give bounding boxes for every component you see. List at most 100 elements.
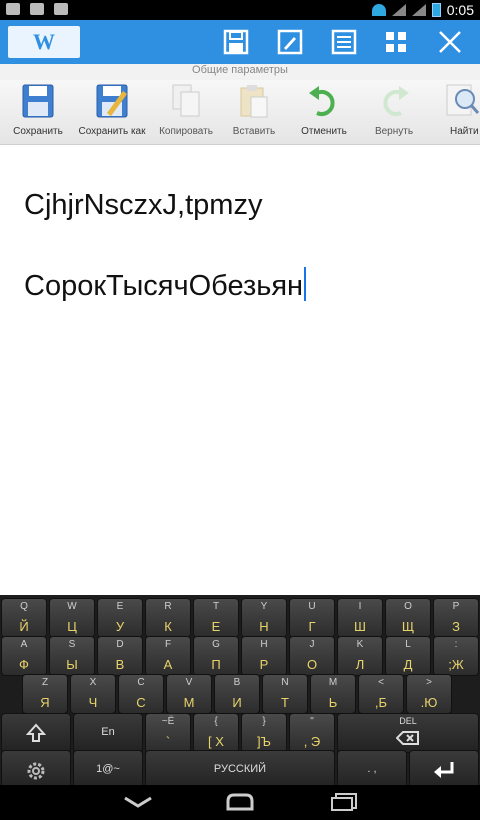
grid-icon[interactable] — [382, 28, 410, 56]
key-y[interactable]: YН — [241, 598, 287, 638]
shift-key[interactable] — [1, 713, 71, 753]
mail-notification-icon — [30, 3, 44, 15]
ribbon-title: Общие параметры — [0, 64, 480, 80]
back-icon[interactable] — [118, 791, 158, 813]
edit-icon[interactable] — [276, 28, 304, 56]
save-icon — [20, 82, 56, 120]
key-latin-label: L — [405, 639, 411, 650]
delete-key[interactable]: DEL — [337, 713, 479, 753]
settings-key[interactable] — [1, 750, 71, 790]
signal-icon-2 — [411, 4, 426, 16]
key-colon[interactable]: : ;Ж — [433, 636, 479, 676]
key-q[interactable]: QЙ — [1, 598, 47, 638]
app-toolbar: W — [0, 20, 480, 64]
close-icon[interactable] — [436, 28, 464, 56]
save-icon[interactable] — [222, 28, 250, 56]
key-cyrillic-label: Е — [211, 619, 221, 634]
key-p[interactable]: PЗ — [433, 598, 479, 638]
key-d[interactable]: DВ — [97, 636, 143, 676]
key-latin-label: O — [404, 601, 412, 612]
symbols-key-label: 1@~ — [96, 763, 120, 775]
key-cyrillic-label: .Ю — [420, 695, 438, 710]
key-l[interactable]: LД — [385, 636, 431, 676]
key-row3-4[interactable]: BИ — [214, 674, 260, 714]
key-row3-5[interactable]: NТ — [262, 674, 308, 714]
key-latin-label: T — [212, 601, 220, 612]
document-line-1[interactable]: CjhjrNsczxJ,tpmzy — [24, 189, 262, 222]
list-icon[interactable] — [330, 28, 358, 56]
key-cyrillic-label: ,Б — [374, 695, 388, 710]
key-row3-6[interactable]: MЬ — [310, 674, 356, 714]
ribbon: Сохранить Сохранить как Копировать Встав… — [0, 80, 480, 145]
key-kha[interactable]: { [ Х — [193, 713, 239, 753]
undo-icon — [306, 82, 342, 120]
key-h[interactable]: HР — [241, 636, 287, 676]
key-row3-1[interactable]: XЧ — [70, 674, 116, 714]
copy-button[interactable]: Копировать — [148, 82, 224, 137]
key-latin-label: J — [309, 639, 315, 650]
recent-apps-icon[interactable] — [324, 791, 364, 813]
signal-icon — [391, 4, 406, 16]
punctuation-key-label: . , — [367, 763, 377, 775]
key-row3-7[interactable]: < ,Б — [358, 674, 404, 714]
key-cyrillic-label: П — [211, 657, 221, 672]
wifi-icon — [371, 4, 386, 16]
key-row3-0[interactable]: ZЯ — [22, 674, 68, 714]
app-logo[interactable]: W — [8, 26, 80, 58]
key-latin-label: " — [310, 716, 314, 727]
key-latin-label: : — [454, 639, 458, 650]
key-row3-2[interactable]: CС — [118, 674, 164, 714]
key-o[interactable]: OЩ — [385, 598, 431, 638]
key-cyrillic-label: О — [306, 657, 318, 672]
key-cyrillic-label: ;Ж — [448, 657, 464, 672]
key-latin-label: F — [164, 639, 172, 650]
search-icon — [444, 82, 480, 120]
undo-button[interactable]: Отменить — [286, 82, 362, 137]
key-f[interactable]: FА — [145, 636, 191, 676]
key-r[interactable]: RК — [145, 598, 191, 638]
key-cyrillic-label: Ц — [67, 619, 77, 634]
save-button[interactable]: Сохранить — [0, 82, 76, 137]
key-cyrillic-label: Щ — [401, 619, 415, 634]
paste-icon — [236, 82, 272, 120]
key-cyrillic-label: [ Х — [208, 734, 224, 749]
key-latin-label: Y — [260, 601, 268, 612]
backspace-icon — [338, 730, 478, 751]
key-latin-label: { — [214, 716, 218, 727]
key-row3-8[interactable]: > .Ю — [406, 674, 452, 714]
home-icon[interactable] — [220, 791, 260, 813]
key-hard-sign[interactable]: }]Ъ — [241, 713, 287, 753]
key-i[interactable]: IШ — [337, 598, 383, 638]
key-latin-label: K — [356, 639, 364, 650]
key-yo[interactable]: ~Ё ` — [145, 713, 191, 753]
save-as-button[interactable]: Сохранить как — [72, 82, 152, 137]
gear-icon — [2, 760, 70, 787]
key-w[interactable]: WЦ — [49, 598, 95, 638]
language-key-label: En — [101, 726, 115, 738]
key-t[interactable]: TЕ — [193, 598, 239, 638]
space-key[interactable]: РУССКИЙ — [145, 750, 335, 790]
key-cyrillic-label: С — [136, 695, 146, 710]
document-area[interactable]: CjhjrNsczxJ,tpmzy СорокТысячОбезьян — [0, 145, 480, 595]
document-line-2[interactable]: СорокТысячОбезьян — [24, 267, 307, 303]
key-g[interactable]: GП — [193, 636, 239, 676]
key-k[interactable]: KЛ — [337, 636, 383, 676]
status-bar: 0:05 — [0, 0, 480, 20]
key-a[interactable]: AФ — [1, 636, 47, 676]
key-cyrillic-label: Ы — [66, 657, 78, 672]
key-j[interactable]: JО — [289, 636, 335, 676]
key-e[interactable]: EУ — [97, 598, 143, 638]
language-key[interactable]: En — [73, 713, 143, 753]
paste-button[interactable]: Вставить — [216, 82, 292, 137]
key-row3-3[interactable]: VМ — [166, 674, 212, 714]
redo-button[interactable]: Вернуть — [356, 82, 432, 137]
find-button[interactable]: Найти — [430, 82, 480, 137]
key-s[interactable]: SЫ — [49, 636, 95, 676]
enter-key[interactable] — [409, 750, 479, 790]
key-u[interactable]: UГ — [289, 598, 335, 638]
key-e[interactable]: " , Э — [289, 713, 335, 753]
punctuation-key[interactable]: . , — [337, 750, 407, 790]
key-cyrillic-label: Ч — [88, 695, 98, 710]
symbols-key[interactable]: 1@~ — [73, 750, 143, 790]
key-cyrillic-label: Ф — [19, 657, 29, 672]
